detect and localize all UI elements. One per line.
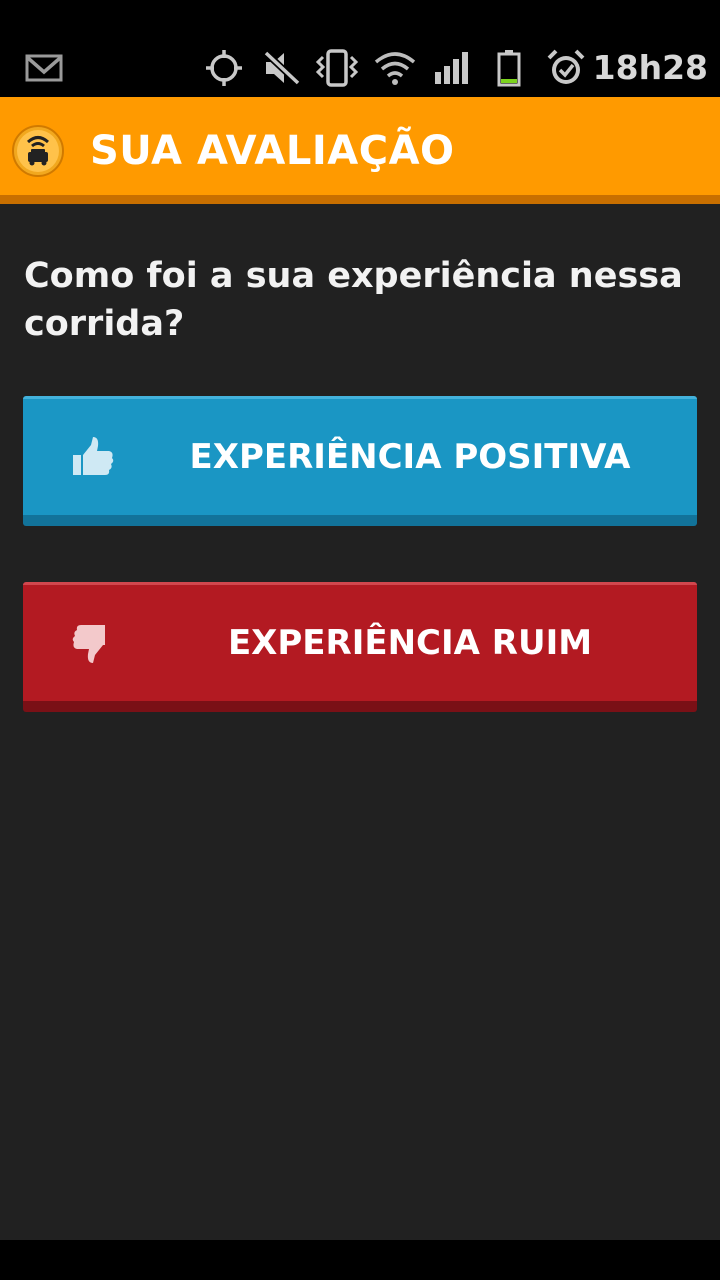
positive-button-label: EXPERIÊNCIA POSITIVA bbox=[189, 437, 631, 477]
rating-question: Como foi a sua experiência nessa corrida… bbox=[24, 256, 683, 344]
alarm-icon bbox=[545, 48, 587, 88]
battery-icon bbox=[494, 48, 524, 88]
status-bar: 18h28 bbox=[0, 0, 720, 97]
negative-button-label: EXPERIÊNCIA RUIM bbox=[227, 623, 593, 663]
muted-icon bbox=[260, 48, 304, 88]
rating-screen: 18h28 SUA AVALIAÇÃO Como foi a sua exper… bbox=[0, 0, 720, 1280]
taxi-logo-icon[interactable] bbox=[12, 125, 64, 177]
action-bar: SUA AVALIAÇÃO bbox=[0, 97, 720, 204]
gmail-icon bbox=[24, 48, 64, 88]
wifi-icon bbox=[372, 48, 418, 88]
navigation-bar bbox=[0, 1240, 720, 1280]
thumbs-up-icon bbox=[69, 433, 117, 481]
gps-icon bbox=[202, 48, 246, 88]
negative-experience-button[interactable]: EXPERIÊNCIA RUIM bbox=[23, 582, 697, 712]
thumbs-down-icon bbox=[69, 619, 117, 667]
positive-experience-button[interactable]: EXPERIÊNCIA POSITIVA bbox=[23, 396, 697, 526]
vibrate-icon bbox=[314, 48, 360, 88]
signal-icon bbox=[432, 48, 472, 88]
page-title: SUA AVALIAÇÃO bbox=[90, 128, 455, 174]
status-time: 18h28 bbox=[592, 48, 708, 87]
